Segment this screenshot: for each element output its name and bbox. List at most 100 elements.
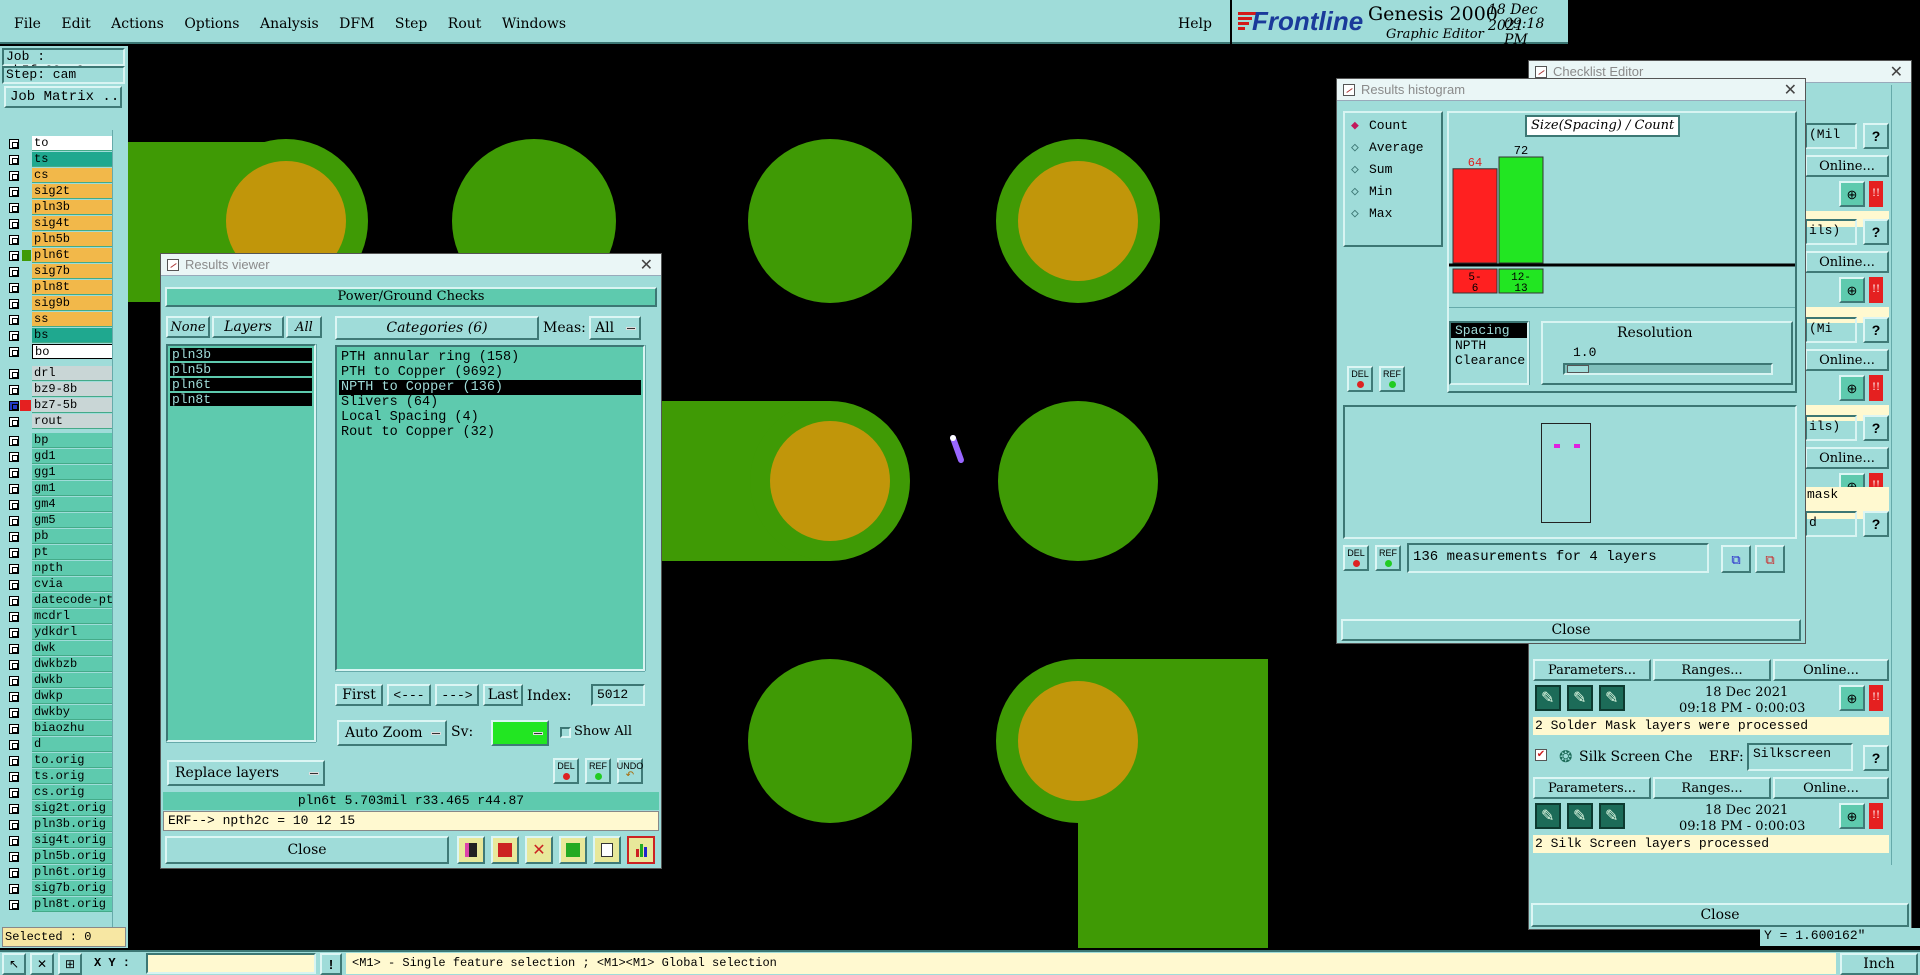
layer-name[interactable]: sig2t.orig⬋ [32,801,122,816]
layer-checkbox[interactable] [9,401,19,411]
help-icon[interactable]: ? [1863,745,1889,771]
prev-button[interactable]: <--- [387,684,431,706]
layer-name[interactable]: npth [32,561,122,576]
layer-checkbox[interactable] [9,203,19,213]
categories-button[interactable]: Categories (6) [335,316,539,340]
layer-checkbox[interactable] [9,267,19,277]
layer-name[interactable]: pln3b.orig⬋ [32,817,122,832]
run-results-icon[interactable] [1599,685,1625,711]
cross-select-icon[interactable]: ✕ [30,953,54,975]
menu-actions[interactable]: Actions [111,16,164,32]
zoom-icon[interactable]: ⊕ [1839,375,1865,401]
run-all-icon[interactable] [1567,803,1593,829]
layer-name[interactable]: dwkp [32,689,122,704]
layer-checkbox[interactable] [9,417,19,427]
layer-row[interactable]: dwkb [0,673,125,689]
run-all-icon[interactable] [1567,685,1593,711]
job-matrix-button[interactable]: Job Matrix ... [4,86,122,108]
layer-row[interactable]: ts.orig⬋ [0,769,125,785]
category-hscrollbar[interactable] [335,671,645,681]
layer-checkbox[interactable] [9,724,19,734]
layer-row[interactable]: ts [0,152,125,168]
layer-name[interactable]: pln8t.orig⬋ [32,897,122,912]
partial-field[interactable]: (Mi [1805,317,1857,343]
layer-name[interactable]: bz9-8b [32,382,122,397]
layer-name[interactable]: cvia [32,577,122,592]
histogram-mode-option[interactable]: ◇ Min [1345,181,1441,203]
layer-row[interactable]: biaozhu [0,721,125,737]
layer-row[interactable]: drl [0,366,125,382]
layer-name[interactable]: dwk [32,641,122,656]
partial-field[interactable]: ils) [1805,219,1857,245]
close-icon[interactable]: ✕ [1890,62,1903,82]
parameter-item[interactable]: Clearance [1451,353,1527,368]
zoom-icon[interactable]: ⊕ [1839,803,1865,829]
menu-rout[interactable]: Rout [448,16,482,32]
layer-name[interactable]: rout [32,414,122,429]
layer-row[interactable]: sig2t.orig⬋ [0,801,125,817]
layer-name[interactable]: pln8t⬋ [32,280,122,295]
last-button[interactable]: Last [483,684,523,706]
layer-name[interactable]: ts [32,152,122,167]
layer-checkbox[interactable] [9,251,19,261]
histogram-ref-button[interactable]: REF [1379,366,1405,392]
layer-name[interactable]: pln3b⬋ [32,200,122,215]
alert-icon[interactable]: !! [1869,375,1883,401]
show-all-checkbox[interactable] [560,727,571,738]
layer-checkbox[interactable] [9,580,19,590]
zoom-icon[interactable]: ⊕ [1839,277,1865,303]
layer-name[interactable]: to⬋ [32,136,122,151]
results-viewer-close-button[interactable]: Close [165,836,449,864]
layer-checkbox[interactable] [9,868,19,878]
help-icon[interactable]: ? [1863,219,1889,245]
category-item[interactable]: PTH to Copper (9692) [339,365,641,380]
next-button[interactable]: ---> [435,684,479,706]
layer-checkbox[interactable] [9,532,19,542]
layer-row[interactable]: to⬋ [0,136,125,152]
grid-icon[interactable]: ⊞ [58,953,82,975]
layer-checkbox[interactable] [9,299,19,309]
layer-row[interactable]: dwkby [0,705,125,721]
layer-row[interactable]: d [0,737,125,753]
histogram-close-button[interactable]: Close [1341,619,1801,641]
histogram-mode-option[interactable]: ◇ Sum [1345,159,1441,181]
layer-name[interactable]: bo⬋ [32,344,122,359]
layer-name[interactable]: gm5 [32,513,122,528]
layer-checkbox[interactable] [9,852,19,862]
result-layer-item[interactable]: pln5b [170,363,312,377]
layer-row[interactable]: sig7b⬋ [0,264,125,280]
layer-name[interactable]: pb [32,529,122,544]
results-viewer-titlebar[interactable]: Results viewer ✕ [161,254,661,276]
layer-name[interactable]: dwkby [32,705,122,720]
partial-online-button[interactable]: Online... [1805,349,1889,371]
layer-checkbox[interactable] [9,484,19,494]
layer-name[interactable]: ss⬋ [32,312,122,327]
replace-layers-dropdown[interactable]: Replace layers [167,760,325,786]
solder-online-button[interactable]: Online... [1773,659,1889,681]
chart-hscrollbar[interactable] [1449,307,1795,317]
parameter-item[interactable]: Spacing [1451,323,1527,338]
checklist-scrollbar[interactable] [1891,85,1909,865]
layer-checkbox[interactable] [9,820,19,830]
chart-red-icon[interactable] [491,836,519,864]
layer-name[interactable]: sig9b⬋ [32,296,122,311]
layer-panel-scrollbar[interactable] [112,130,126,930]
resolution-slider[interactable] [1563,363,1773,375]
layer-checkbox[interactable] [9,369,19,379]
layers-none-button[interactable]: None [166,316,210,338]
layer-checkbox[interactable] [9,155,19,165]
layer-row[interactable]: rout [0,414,125,430]
layer-row[interactable]: bz9-8b [0,382,125,398]
preview-ref-button[interactable]: REF [1375,545,1401,571]
category-item[interactable]: Slivers (64) [339,395,641,410]
index-input[interactable]: 5012 [591,684,645,706]
partial-online-button[interactable]: Online... [1805,251,1889,273]
histogram-mode-option[interactable]: ◇ Max [1345,203,1441,225]
sv-color-dropdown[interactable] [491,720,549,746]
layer-name[interactable]: pln5b.orig⬋ [32,849,122,864]
run-icon[interactable] [1535,803,1561,829]
histogram-bar[interactable] [1498,156,1544,264]
layer-row[interactable]: gm1 [0,481,125,497]
layer-row[interactable]: dwk [0,641,125,657]
layer-checkbox[interactable] [9,235,19,245]
